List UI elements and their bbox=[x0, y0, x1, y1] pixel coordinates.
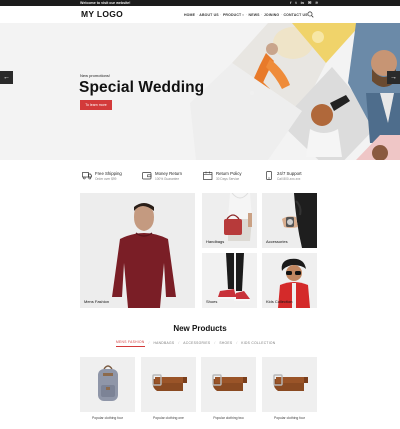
feature-title: Return Policy bbox=[216, 171, 242, 176]
tab-shoes[interactable]: SHOES bbox=[219, 341, 232, 345]
tab-separator: / bbox=[148, 341, 150, 346]
product-card-3[interactable] bbox=[201, 357, 256, 412]
belt-image bbox=[201, 357, 256, 412]
product-tabs: MENS FASHION / HANDBAGS / ACCESSORIES / … bbox=[116, 340, 275, 347]
category-label: Shoes bbox=[206, 299, 218, 304]
nav-joining[interactable]: JOINING bbox=[264, 13, 279, 17]
tab-kids-collection[interactable]: KIDS COLLECTION bbox=[241, 341, 275, 345]
search-icon[interactable] bbox=[307, 11, 314, 18]
tab-separator: / bbox=[178, 341, 180, 346]
nav-product[interactable]: PRODUCT bbox=[223, 13, 241, 17]
tab-mens-fashion[interactable]: MENS FASHION bbox=[116, 340, 145, 347]
arrow-right-icon: → bbox=[390, 74, 397, 81]
feature-title: Money Return bbox=[155, 171, 182, 176]
calendar-icon bbox=[203, 171, 213, 180]
features-bar: Free Shipping Order over $99 Money Retur… bbox=[0, 168, 400, 184]
feature-title: 24/7 Support bbox=[277, 171, 302, 176]
product-card-1[interactable] bbox=[80, 357, 135, 412]
main-nav: HOME · ABOUT US · PRODUCT ▼ · NEWS · JOI… bbox=[184, 13, 308, 17]
nav-separator: · bbox=[245, 13, 248, 17]
nav-home[interactable]: HOME bbox=[184, 13, 195, 17]
feature-subtitle: 100% Guarantee bbox=[155, 177, 180, 181]
mens-fashion-image bbox=[80, 193, 195, 308]
wallet-icon bbox=[142, 172, 152, 180]
feature-subtitle: Order over $99 bbox=[95, 177, 117, 181]
belt-image bbox=[262, 357, 317, 412]
category-label: Accessories bbox=[266, 239, 288, 244]
nav-about-us[interactable]: ABOUT US bbox=[199, 13, 218, 17]
learn-more-button[interactable]: To learn more bbox=[80, 100, 112, 110]
product-name[interactable]: Popular clothing four bbox=[80, 416, 135, 420]
product-name[interactable]: Popular clothing four bbox=[262, 416, 317, 420]
hero-title: Special Wedding bbox=[79, 79, 205, 96]
feature-title: Free Shipping bbox=[95, 171, 122, 176]
hero-banner: New promotions! Special Wedding To learn… bbox=[0, 23, 400, 160]
phone-icon bbox=[266, 171, 272, 180]
product-card-4[interactable] bbox=[262, 357, 317, 412]
tab-separator: / bbox=[214, 341, 216, 346]
feature-subtitle: Call 800-xxx-xxx bbox=[277, 177, 301, 181]
nav-news[interactable]: NEWS bbox=[249, 13, 260, 17]
chevron-down-icon: ▼ bbox=[241, 13, 245, 17]
category-mens-fashion[interactable]: Mens Fashion bbox=[80, 193, 195, 308]
arrow-left-icon: ← bbox=[3, 74, 10, 81]
hero-kicker: New promotions! bbox=[80, 73, 111, 78]
logo[interactable]: MY LOGO bbox=[81, 9, 123, 19]
feature-subtitle: 30 Days Service bbox=[216, 177, 240, 181]
belt-image bbox=[141, 357, 196, 412]
slider-next-button[interactable]: → bbox=[387, 71, 400, 84]
truck-icon bbox=[82, 172, 92, 180]
nav-separator: · bbox=[261, 13, 263, 17]
category-label: Mens Fashion bbox=[84, 299, 110, 304]
category-handbags[interactable]: Handbags bbox=[202, 193, 257, 248]
category-kids-collection[interactable]: Kids Collection bbox=[262, 253, 317, 308]
slider-prev-button[interactable]: ← bbox=[0, 71, 13, 84]
category-label: Handbags bbox=[206, 239, 225, 244]
tab-separator: / bbox=[236, 341, 238, 346]
site-header: MY LOGO HOME · ABOUT US · PRODUCT ▼ · NE… bbox=[0, 6, 400, 23]
product-name[interactable]: Popular clothing two bbox=[201, 416, 256, 420]
nav-contact-us[interactable]: CONTACT US bbox=[283, 13, 307, 17]
tab-accessories[interactable]: ACCESSORIES bbox=[183, 341, 210, 345]
nav-separator: · bbox=[280, 13, 282, 17]
nav-separator: · bbox=[196, 13, 198, 17]
backpack-image bbox=[80, 357, 135, 412]
nav-separator: · bbox=[220, 13, 222, 17]
product-card-2[interactable] bbox=[141, 357, 196, 412]
new-products-title: New Products bbox=[173, 324, 227, 333]
category-label: Kids Collection bbox=[266, 299, 293, 304]
category-accessories[interactable]: Accessories bbox=[262, 193, 317, 248]
product-name[interactable]: Popular clothing one bbox=[141, 416, 196, 420]
category-shoes[interactable]: Shoes bbox=[202, 253, 257, 308]
tab-handbags[interactable]: HANDBAGS bbox=[153, 341, 174, 345]
